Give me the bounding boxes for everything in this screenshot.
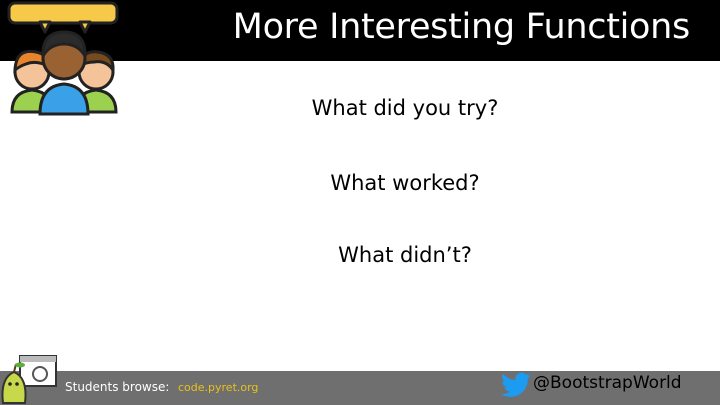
- slide-title: More Interesting Functions: [232, 7, 691, 47]
- pyret-pear-icon: [1, 355, 57, 404]
- prompt-what-didnt: What didn’t?: [338, 243, 472, 267]
- twitter-handle[interactable]: @BootstrapWorld: [533, 373, 682, 393]
- prompt-what-did-you-try: What did you try?: [311, 96, 499, 120]
- code-pyret-link[interactable]: code.pyret.org: [178, 381, 258, 394]
- students-browse-label: Students browse:: [65, 380, 170, 394]
- prompt-what-worked: What worked?: [330, 171, 480, 195]
- twitter-bird-icon: [500, 372, 531, 397]
